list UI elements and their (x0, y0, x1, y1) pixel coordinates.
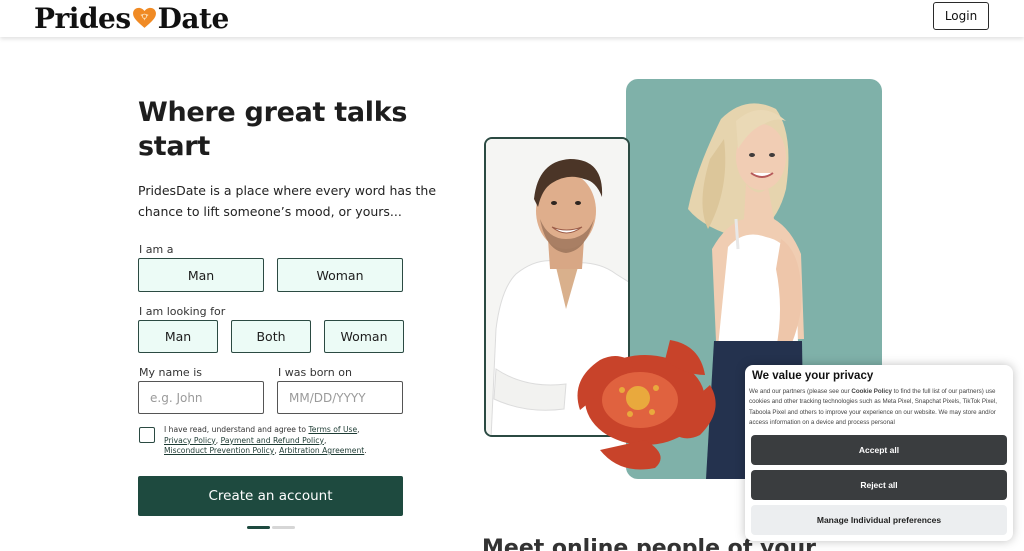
create-account-button[interactable]: Create an account (138, 476, 403, 516)
i-am-label: I am a (139, 243, 174, 256)
dob-input[interactable]: MM/DD/YYYY (277, 381, 403, 414)
name-label: My name is (139, 366, 202, 379)
arbitration-link[interactable]: Arbitration Agreement (279, 446, 364, 455)
hero-subtext: PridesDate is a place where every word h… (138, 183, 437, 219)
heart-icon (132, 7, 156, 28)
cookie-consent-dialog: We value your privacy We and our partner… (745, 365, 1013, 541)
carousel-dot[interactable] (272, 526, 295, 529)
cookie-policy-link[interactable]: Cookie Policy (851, 388, 892, 395)
reject-all-button[interactable]: Reject all (751, 470, 1007, 500)
page-title: Where great talks start (138, 97, 408, 162)
flower-decoration (577, 340, 716, 470)
i-am-woman-option[interactable]: Woman (277, 258, 403, 292)
cookie-title: We value your privacy (752, 370, 874, 382)
name-placeholder: e.g. John (150, 390, 203, 405)
dob-placeholder: MM/DD/YYYY (289, 390, 366, 405)
cookie-text: We and our partners (please see our Cook… (749, 387, 1011, 429)
cookie-text-before: We and our partners (please see our (749, 388, 852, 395)
i-am-man-option[interactable]: Man (138, 258, 264, 292)
terms-text: I have read, understand and agree to Ter… (164, 425, 367, 455)
looking-for-woman-option[interactable]: Woman (324, 320, 404, 353)
looking-for-both-option[interactable]: Both (231, 320, 311, 353)
manage-preferences-button[interactable]: Manage Individual preferences (751, 505, 1007, 535)
terms-checkbox[interactable] (139, 427, 155, 443)
terms-of-use-link[interactable]: Terms of Use (308, 425, 357, 434)
misconduct-policy-link[interactable]: Misconduct Prevention Policy (164, 446, 274, 455)
terms-prefix: I have read, understand and agree to (164, 425, 309, 434)
dob-label: I was born on (278, 366, 352, 379)
logo-text-prides: Prides (34, 2, 131, 35)
site-logo[interactable]: Prides Date (34, 2, 229, 35)
privacy-policy-link[interactable]: Privacy Policy (164, 436, 216, 445)
looking-for-label: I am looking for (139, 305, 226, 318)
accept-all-button[interactable]: Accept all (751, 435, 1007, 465)
logo-text-date: Date (157, 2, 230, 35)
name-input[interactable]: e.g. John (138, 381, 264, 414)
payment-refund-link[interactable]: Payment and Refund Policy (221, 436, 324, 445)
looking-for-man-option[interactable]: Man (138, 320, 218, 353)
login-button[interactable]: Login (933, 2, 989, 30)
carousel-dot-active[interactable] (247, 526, 270, 529)
site-header: Prides Date Login (0, 0, 1024, 37)
